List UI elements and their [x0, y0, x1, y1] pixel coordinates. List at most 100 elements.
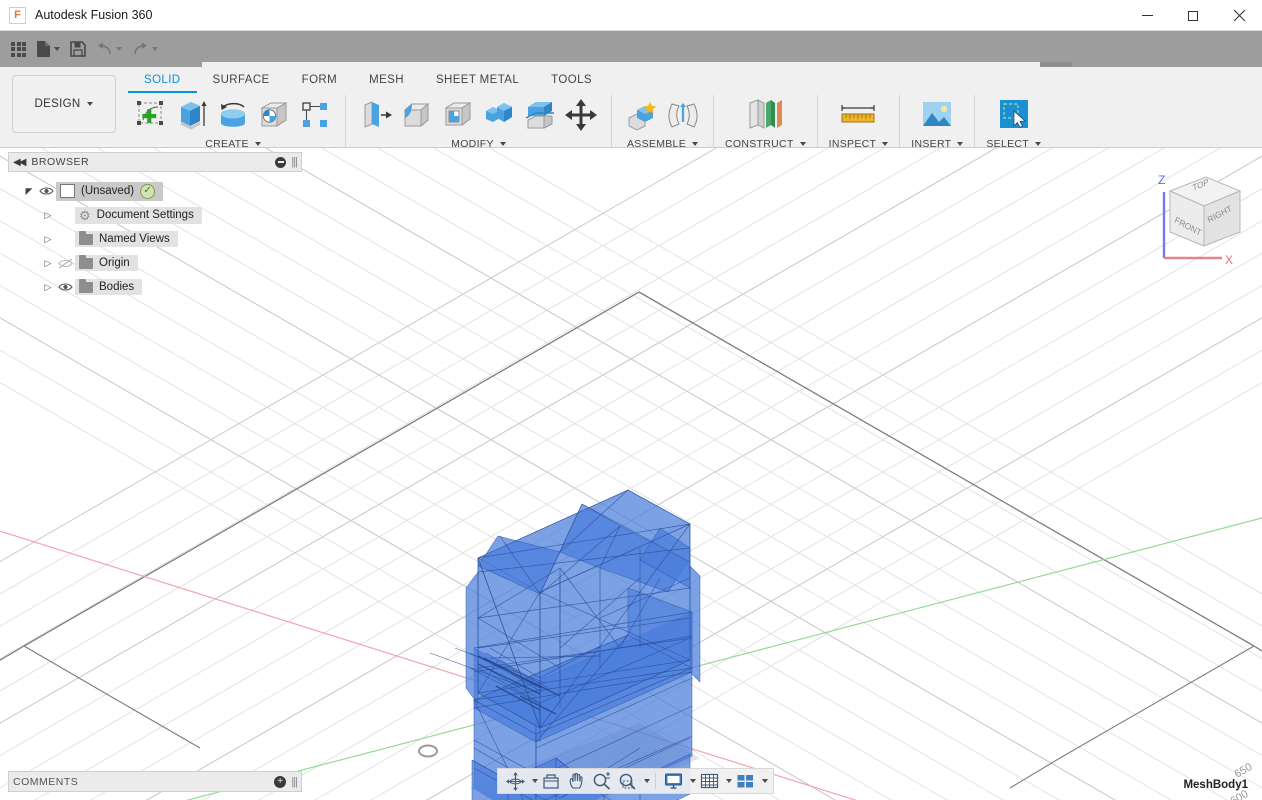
browser-panel: ◀◀ BROWSER ||| ◤ (Unsaved) ✓ ▷ ⚙ Documen… — [8, 152, 302, 299]
chevron-down-icon[interactable] — [644, 779, 650, 783]
move-copy-tool[interactable] — [562, 95, 600, 135]
pan-button[interactable] — [564, 770, 588, 792]
ribbon-group-construct: CONSTRUCT — [719, 93, 812, 150]
tab-surface[interactable]: SURFACE — [197, 71, 286, 93]
pattern-icon — [302, 102, 327, 127]
shell-tool[interactable] — [439, 95, 477, 135]
extrude-tool[interactable] — [173, 95, 211, 135]
tree-node-unsaved[interactable]: ◤ (Unsaved) ✓ — [8, 179, 302, 203]
viewports-button[interactable] — [733, 770, 758, 792]
tree-node-document-settings[interactable]: ▷ ⚙ Document Settings — [8, 203, 302, 227]
save-button[interactable] — [66, 35, 90, 63]
tree-node-bodies[interactable]: ▷ Bodies — [8, 275, 302, 299]
maximize-button[interactable] — [1170, 0, 1216, 31]
workspace-switcher[interactable]: DESIGN — [12, 75, 116, 133]
view-cube[interactable]: Z X TOP FRONT RIGHT — [1140, 162, 1252, 272]
ruler-icon — [841, 105, 876, 123]
chevron-down-icon[interactable] — [254, 142, 261, 146]
combine-tool[interactable] — [480, 95, 518, 135]
gear-icon: ⚙ — [79, 207, 91, 223]
comments-panel: COMMENTS + ||| — [8, 771, 302, 792]
collapse-panel-button[interactable]: ◀◀ — [13, 157, 26, 168]
offset-plane-tool[interactable] — [741, 95, 789, 135]
app-title: Autodesk Fusion 360 — [35, 8, 153, 22]
panel-resize-grip[interactable]: ||| — [291, 156, 298, 168]
minimize-button[interactable] — [1124, 0, 1170, 31]
tab-tools[interactable]: TOOLS — [535, 71, 608, 93]
zoom-button[interactable] — [589, 770, 614, 792]
tree-label-bodies: Bodies — [99, 281, 135, 293]
look-at-button[interactable] — [539, 770, 563, 792]
tree-node-origin[interactable]: ▷ Origin — [8, 251, 302, 275]
joint-icon — [668, 103, 698, 128]
tab-sheet-metal[interactable]: SHEET METAL — [420, 71, 535, 93]
chevron-down-icon[interactable] — [690, 779, 696, 783]
fit-button[interactable] — [615, 770, 640, 792]
folder-icon — [79, 230, 93, 245]
browser-minimize-button[interactable] — [275, 156, 287, 168]
pan-hand-icon — [569, 772, 583, 789]
revolve-tool[interactable] — [214, 95, 252, 135]
chevron-down-icon[interactable] — [882, 142, 889, 146]
group-divider — [899, 95, 901, 147]
chevron-down-icon[interactable] — [1035, 142, 1042, 146]
app-grid-button[interactable] — [7, 35, 30, 63]
chevron-down-icon[interactable] — [799, 142, 806, 146]
twisty-closed-icon[interactable]: ▷ — [41, 234, 55, 245]
twisty-closed-icon[interactable]: ▷ — [41, 282, 55, 293]
orbit-icon — [506, 771, 525, 791]
ribbon-group-create: CREATE — [126, 93, 340, 150]
chevron-down-icon[interactable] — [726, 779, 732, 783]
measure-tool[interactable] — [834, 95, 882, 135]
tree-node-named-views[interactable]: ▷ Named Views — [8, 227, 302, 251]
x-axis-label: X — [1225, 253, 1233, 267]
redo-button[interactable] — [128, 35, 162, 63]
navigation-bar — [497, 768, 774, 794]
tab-form[interactable]: FORM — [286, 71, 353, 93]
fillet-tool[interactable] — [398, 95, 436, 135]
ribbon-tabs: SOLID SURFACE FORM MESH SHEET METAL TOOL… — [128, 71, 608, 93]
chevron-down-icon — [116, 47, 122, 51]
browser-tree: ◤ (Unsaved) ✓ ▷ ⚙ Document Settings ▷ Na… — [8, 172, 302, 299]
tab-solid[interactable]: SOLID — [128, 71, 197, 93]
twisty-closed-icon[interactable]: ▷ — [41, 258, 55, 269]
look-at-icon — [543, 773, 559, 789]
chevron-down-icon[interactable] — [957, 142, 964, 146]
rectangular-pattern-tool[interactable] — [296, 95, 334, 135]
insert-mcmaster-tool[interactable] — [915, 95, 959, 135]
add-comment-button[interactable]: + — [274, 775, 287, 788]
chevron-down-icon[interactable] — [692, 142, 698, 146]
ribbon: DESIGN SOLID SURFACE FORM MESH SHEET MET… — [0, 67, 1262, 150]
tab-mesh[interactable]: MESH — [353, 71, 420, 93]
grid-snaps-button[interactable] — [697, 770, 722, 792]
check-icon: ✓ — [140, 183, 156, 199]
eye-icon — [38, 187, 54, 195]
close-button[interactable] — [1216, 0, 1262, 31]
new-component-icon — [628, 102, 656, 131]
undo-button[interactable] — [92, 35, 126, 63]
create-sketch-tool[interactable] — [132, 95, 170, 135]
twisty-open-icon[interactable]: ◤ — [22, 186, 36, 197]
chevron-down-icon[interactable] — [532, 779, 538, 783]
new-component-tool[interactable] — [623, 95, 661, 135]
display-icon — [665, 773, 682, 789]
image-icon — [923, 102, 952, 126]
comments-resize-grip[interactable]: ||| — [291, 776, 298, 788]
joint-tool[interactable] — [664, 95, 702, 135]
hole-tool[interactable] — [255, 95, 293, 135]
press-pull-icon — [364, 101, 392, 128]
hole-icon — [260, 102, 288, 127]
file-menu-button[interactable] — [32, 35, 64, 63]
select-tool[interactable] — [992, 95, 1036, 135]
twisty-closed-icon[interactable]: ▷ — [41, 210, 55, 221]
visibility-eye-off-icon[interactable] — [55, 257, 75, 269]
split-face-tool[interactable] — [521, 95, 559, 135]
visibility-eye-icon[interactable] — [36, 186, 56, 196]
group-divider — [816, 95, 818, 147]
orbit-button[interactable] — [503, 770, 528, 792]
chevron-down-icon[interactable] — [499, 142, 506, 146]
display-settings-button[interactable] — [661, 770, 686, 792]
press-pull-tool[interactable] — [357, 95, 395, 135]
visibility-eye-icon[interactable] — [55, 282, 75, 292]
chevron-down-icon[interactable] — [762, 779, 768, 783]
